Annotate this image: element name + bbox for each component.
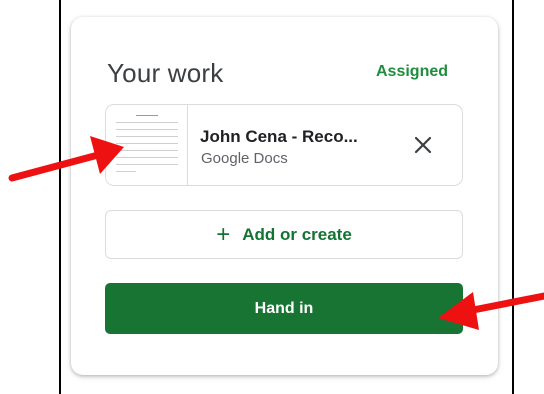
- hand-in-label: Hand in: [254, 299, 314, 317]
- close-icon: [414, 136, 432, 154]
- hand-in-button[interactable]: Hand in: [105, 283, 463, 334]
- add-or-create-label: Add or create: [242, 224, 352, 244]
- remove-attachment-button[interactable]: [408, 130, 438, 160]
- status-badge: Assigned: [376, 63, 449, 80]
- add-or-create-button[interactable]: + Add or create: [105, 210, 463, 259]
- document-thumbnail-icon: [106, 105, 188, 185]
- card-title: Your work: [107, 58, 224, 88]
- plus-icon: +: [216, 220, 231, 248]
- attachment-title[interactable]: John Cena - Reco...: [200, 127, 358, 147]
- attachment-type: Google Docs: [201, 150, 288, 167]
